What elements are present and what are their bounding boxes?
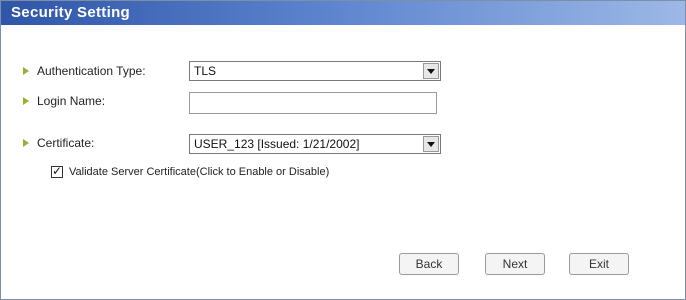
dropdown-arrow-icon[interactable] xyxy=(423,63,439,79)
window-title: Security Setting xyxy=(11,4,130,21)
bullet-arrow-icon xyxy=(23,97,29,105)
back-button[interactable]: Back xyxy=(399,253,459,275)
certificate-value: USER_123 [Issued: 1/21/2002] xyxy=(194,137,360,151)
bullet-arrow-icon xyxy=(23,139,29,147)
next-button[interactable]: Next xyxy=(485,253,545,275)
certificate-label: Certificate: xyxy=(37,136,95,150)
exit-button[interactable]: Exit xyxy=(569,253,629,275)
certificate-select[interactable]: USER_123 [Issued: 1/21/2002] xyxy=(189,134,441,154)
title-bar: Security Setting xyxy=(1,1,685,25)
login-name-row: Login Name: xyxy=(23,90,105,112)
auth-type-select[interactable]: TLS xyxy=(189,61,441,81)
validate-cert-row: ✓ Validate Server Certificate(Click to E… xyxy=(51,164,329,178)
auth-type-value: TLS xyxy=(194,64,217,78)
certificate-row: Certificate: xyxy=(23,132,94,154)
auth-type-label: Authentication Type: xyxy=(37,64,146,78)
security-setting-window: Security Setting Authentication Type: TL… xyxy=(0,0,686,300)
validate-cert-label[interactable]: Validate Server Certificate(Click to Ena… xyxy=(69,166,329,178)
bullet-arrow-icon xyxy=(23,67,29,75)
dropdown-arrow-icon[interactable] xyxy=(423,136,439,152)
checkmark-icon: ✓ xyxy=(52,164,63,178)
login-name-label: Login Name: xyxy=(37,94,106,108)
validate-cert-checkbox[interactable]: ✓ xyxy=(51,164,63,178)
auth-type-row: Authentication Type: xyxy=(23,60,146,82)
login-name-input[interactable] xyxy=(189,92,437,114)
